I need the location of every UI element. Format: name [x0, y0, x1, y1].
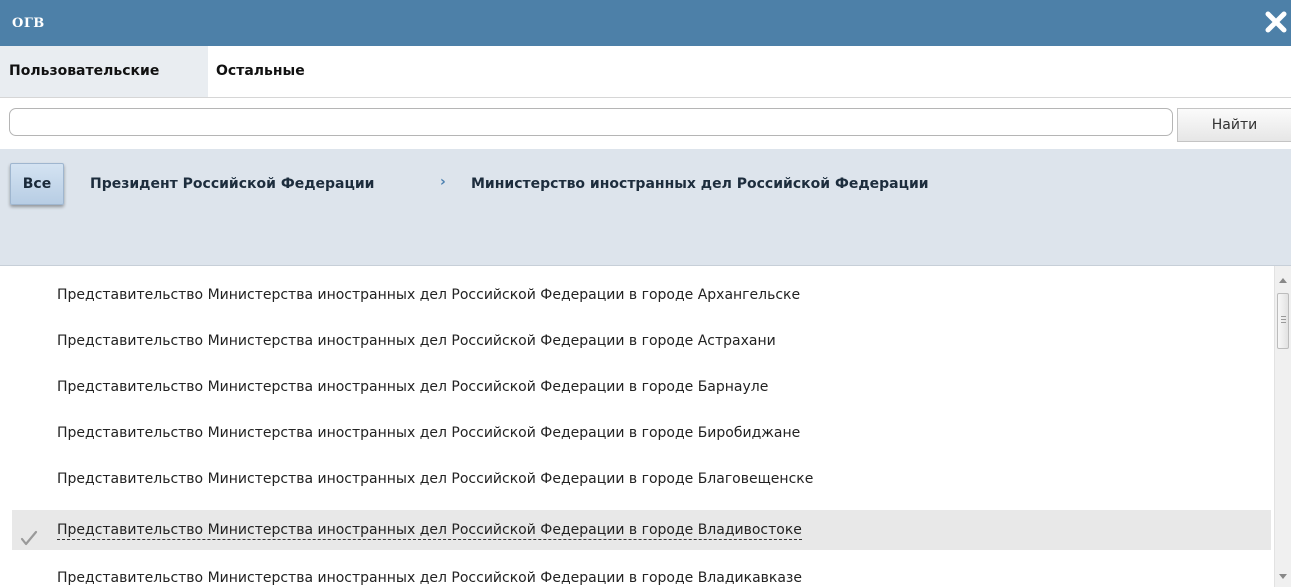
dialog-title: ОГВ	[12, 16, 45, 31]
scroll-down-arrow-icon[interactable]	[1279, 574, 1287, 579]
list-item-label: Представительство Министерства иностранн…	[57, 522, 802, 540]
list-item-label: Представительство Министерства иностранн…	[57, 287, 801, 303]
list-item-selected[interactable]: Представительство Министерства иностранн…	[12, 510, 1271, 550]
tab-other[interactable]: Остальные	[216, 46, 305, 97]
organization-list: Представительство Министерства иностранн…	[0, 266, 1271, 587]
search-button[interactable]: Найти	[1177, 108, 1291, 142]
list-item-label: Представительство Министерства иностранн…	[57, 333, 776, 349]
all-button[interactable]: Все	[10, 163, 64, 205]
close-icon[interactable]	[1262, 8, 1290, 36]
tab-custom[interactable]: Пользовательские	[0, 46, 208, 97]
list-item-label: Представительство Министерства иностранн…	[57, 379, 769, 395]
list-item[interactable]: Представительство Министерства иностранн…	[12, 459, 1271, 499]
list-item[interactable]: Представительство Министерства иностранн…	[12, 275, 1271, 315]
tab-bar: Пользовательские Остальные	[0, 46, 1291, 98]
list-item[interactable]: Представительство Министерства иностранн…	[12, 413, 1271, 453]
list-item[interactable]: Представительство Министерства иностранн…	[12, 367, 1271, 407]
search-input[interactable]	[9, 108, 1173, 136]
list-item[interactable]: Представительство Министерства иностранн…	[12, 321, 1271, 361]
list-item-label: Представительство Министерства иностранн…	[57, 471, 814, 487]
checkmark-icon	[20, 522, 38, 546]
list-item[interactable]: Представительство Министерства иностранн…	[12, 558, 1271, 587]
breadcrumb: Все Президент Российской Федерации › Мин…	[0, 149, 1291, 266]
list-item-label: Представительство Министерства иностранн…	[57, 425, 801, 441]
dialog-titlebar: ОГВ	[0, 0, 1291, 46]
list-item-label: Представительство Министерства иностранн…	[57, 570, 802, 586]
scroll-up-arrow-icon[interactable]	[1279, 278, 1287, 283]
breadcrumb-item-ministry[interactable]: Министерство иностранных дел Российской …	[471, 176, 929, 192]
scrollbar-thumb[interactable]	[1277, 293, 1289, 349]
breadcrumb-item-president[interactable]: Президент Российской Федерации	[90, 176, 374, 192]
list-scrollbar[interactable]	[1274, 266, 1291, 587]
chevron-right-icon: ›	[440, 174, 446, 190]
